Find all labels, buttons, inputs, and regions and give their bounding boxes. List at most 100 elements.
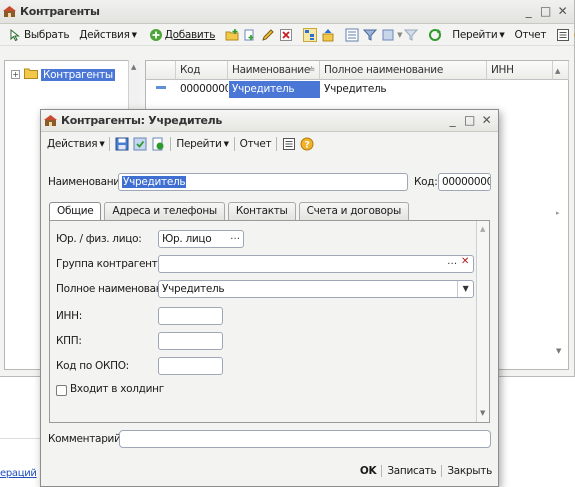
table-cell-full-name[interactable]: Учредитель <box>321 81 487 98</box>
table-cell-code[interactable]: 000000001 <box>177 81 228 98</box>
dialog-report-button[interactable]: Отчет <box>238 135 274 153</box>
tab-accounts[interactable]: Счета и договоры <box>298 202 409 220</box>
scroll-down-icon[interactable]: ▼ <box>480 409 485 417</box>
column-header-full-name[interactable]: Полное наименование <box>320 61 487 80</box>
scroll-down-icon[interactable]: ▼ <box>556 347 561 355</box>
reread-icon[interactable] <box>151 137 165 151</box>
delete-mark-icon[interactable] <box>279 28 293 42</box>
comment-label: Комментарий: <box>48 433 124 445</box>
select-dots-icon[interactable]: … <box>445 257 459 271</box>
expand-icon[interactable]: + <box>11 70 20 79</box>
level-up-icon[interactable] <box>321 28 335 42</box>
add-icon <box>149 28 163 42</box>
select-dots-icon[interactable]: … <box>228 232 242 246</box>
contractor-dialog: Контрагенты: Учредитель _ □ ✕ Действия ▼… <box>40 109 499 487</box>
inn-field[interactable] <box>158 307 223 325</box>
column-header-code[interactable]: Код <box>176 61 228 80</box>
minimize-icon[interactable]: _ <box>447 113 458 127</box>
contractors-app-icon <box>3 5 16 18</box>
dialog-actions: OK Записать Закрыть <box>360 465 492 477</box>
kpp-field[interactable] <box>158 332 223 350</box>
panel-scrollbar[interactable]: ▲ ▼ <box>476 221 489 422</box>
goto-menu-label: Перейти <box>452 28 498 41</box>
full-name-value: Учредитель <box>162 283 225 295</box>
operations-link[interactable]: ераций <box>0 468 37 479</box>
legal-type-value: Юр. лицо <box>162 233 212 245</box>
column-header-name[interactable]: Наименование ≐ <box>228 61 320 80</box>
chevron-down-icon[interactable]: ▼ <box>457 281 473 297</box>
hierarchy-icon[interactable] <box>303 27 318 42</box>
dialog-toolbar: Действия ▼ Перейти ▼ Отчет ? <box>41 133 498 155</box>
tree-item-root[interactable]: + Контрагенты <box>11 67 115 82</box>
dialog-report-label: Отчет <box>239 138 272 150</box>
scroll-up-icon[interactable]: ▲ <box>553 61 569 80</box>
okpo-label: Код по ОКПО: <box>56 360 129 372</box>
name-field-value: Учредитель <box>122 176 187 188</box>
column-header-icon[interactable] <box>146 61 176 80</box>
toolbar-separator <box>109 137 111 151</box>
table-cell-inn[interactable] <box>488 81 553 98</box>
dialog-goto-label: Перейти <box>176 138 222 150</box>
maximize-icon[interactable]: □ <box>540 4 551 18</box>
minimize-icon[interactable]: _ <box>523 4 534 18</box>
save-icon[interactable] <box>115 137 129 151</box>
code-field[interactable]: 000000001 <box>438 173 491 191</box>
toolbar-separator <box>170 137 172 151</box>
chevron-down-icon[interactable]: ▼ <box>397 31 402 39</box>
okpo-field[interactable] <box>158 357 223 375</box>
legal-type-label: Юр. / физ. лицо: <box>56 233 142 245</box>
tree-item-label: Контрагенты <box>41 68 115 81</box>
button-separator <box>381 465 383 477</box>
actions-menu[interactable]: Действия ▼ <box>77 26 138 44</box>
goto-menu[interactable]: Перейти ▼ <box>450 26 506 44</box>
clear-icon[interactable]: ✕ <box>458 257 472 271</box>
kpp-label: КПП: <box>56 335 82 347</box>
scroll-up-icon[interactable]: ▲ <box>480 225 485 233</box>
list-settings-icon[interactable] <box>345 28 359 42</box>
name-field[interactable]: Учредитель <box>118 173 408 191</box>
column-header-inn[interactable]: ИНН <box>487 61 553 80</box>
copy-icon[interactable] <box>243 28 257 42</box>
add-button[interactable]: Добавить <box>145 26 217 44</box>
holding-label: Входит в холдинг <box>70 383 164 395</box>
dialog-window-controls: _ □ ✕ <box>447 113 492 127</box>
holding-checkbox[interactable] <box>56 385 67 396</box>
scroll-right-icon[interactable]: ▸ <box>556 209 560 217</box>
tab-bar: Общие Адреса и телефоны Контакты Счета и… <box>49 202 412 221</box>
clear-filter-icon[interactable] <box>404 28 419 42</box>
save-close-icon[interactable] <box>133 137 147 151</box>
edit-icon[interactable] <box>261 28 275 42</box>
form-structure-icon[interactable] <box>556 28 570 42</box>
comment-field[interactable] <box>119 430 491 448</box>
toolbar-separator <box>276 137 278 151</box>
help-icon[interactable]: ? <box>300 137 314 151</box>
save-button[interactable]: Записать <box>387 465 436 477</box>
ok-button[interactable]: OK <box>360 465 377 477</box>
close-icon[interactable]: ✕ <box>481 113 492 127</box>
main-toolbar: Выбрать Действия ▼ Добавить ▼ Перейти ▼ … <box>0 24 575 46</box>
report-button[interactable]: Отчет <box>513 26 549 44</box>
add-group-icon[interactable] <box>225 28 239 42</box>
tab-addresses[interactable]: Адреса и телефоны <box>104 202 225 220</box>
refresh-icon[interactable] <box>428 28 442 42</box>
scroll-up-icon[interactable]: ▲ <box>131 63 136 71</box>
dialog-goto-menu[interactable]: Перейти ▼ <box>174 135 230 153</box>
form-structure-icon[interactable] <box>282 137 296 151</box>
filter-value-icon[interactable] <box>381 28 395 42</box>
tab-contacts[interactable]: Контакты <box>227 202 296 220</box>
table-cell-name[interactable]: Учредитель <box>229 81 320 98</box>
group-field[interactable]: … ✕ <box>158 255 474 273</box>
select-button[interactable]: Выбрать <box>4 26 71 44</box>
dialog-actions-menu[interactable]: Действия ▼ <box>45 135 106 153</box>
select-icon <box>8 28 22 42</box>
report-button-label: Отчет <box>514 28 547 41</box>
legal-type-field[interactable]: Юр. лицо … <box>158 230 244 248</box>
filter-icon[interactable] <box>363 28 378 42</box>
column-header-name-label: Наименование <box>232 64 310 76</box>
maximize-icon[interactable]: □ <box>464 113 475 127</box>
close-icon[interactable]: ✕ <box>557 4 568 18</box>
full-name-field[interactable]: Учредитель ▼ <box>158 280 474 298</box>
close-button[interactable]: Закрыть <box>447 465 492 477</box>
tab-general[interactable]: Общие <box>49 202 102 221</box>
main-titlebar: Контрагенты _ □ ✕ <box>0 0 574 24</box>
